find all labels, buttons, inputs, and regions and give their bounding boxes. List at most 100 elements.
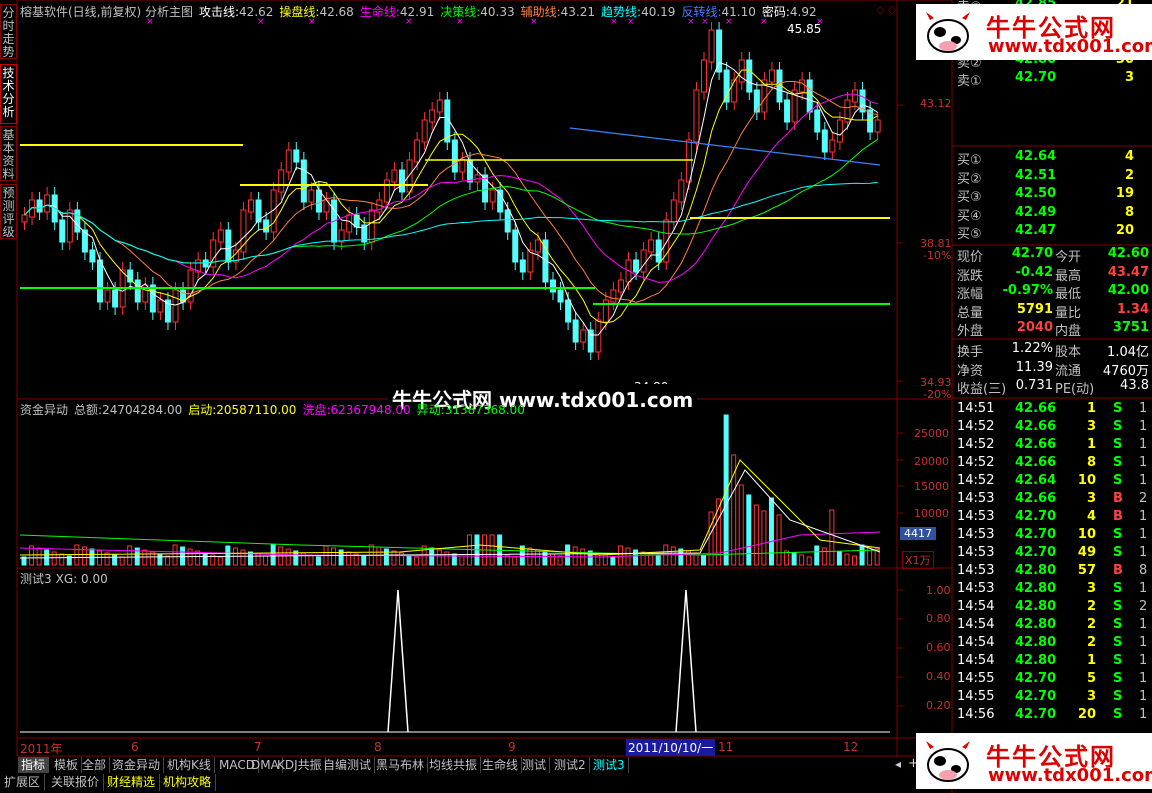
tick-row: 14:54 42.80 2 S 1 bbox=[955, 617, 1152, 635]
bottom-tab-1[interactable]: 关联报价 bbox=[47, 774, 105, 791]
fund-bar bbox=[852, 555, 857, 566]
fundamental-label: 净资 bbox=[957, 363, 984, 379]
level-volume: 20 bbox=[1115, 223, 1134, 238]
indicator-tab-8[interactable]: 自编测试 bbox=[320, 757, 376, 773]
quote-value: 3751 bbox=[1112, 320, 1149, 336]
quote-row-2: 涨幅 -0.97% 最低 42.00 bbox=[955, 283, 1152, 303]
buy-level-2[interactable]: 买③ 42.50 19 bbox=[955, 186, 1152, 205]
candle-body bbox=[368, 209, 375, 243]
fundamental-value: 11.39 bbox=[1015, 359, 1053, 375]
fundamental-row-0: 换手 1.22% 股本 1.04亿 bbox=[955, 341, 1152, 360]
candle-body bbox=[36, 199, 43, 213]
fund-indicator-1: 启动:20587110.00 bbox=[188, 403, 296, 417]
candle-body bbox=[852, 89, 858, 103]
candle-body bbox=[784, 99, 791, 123]
candle-body bbox=[97, 259, 103, 303]
tick-volume: 2 bbox=[1086, 635, 1096, 650]
indicator-tab-11[interactable]: 生命线 bbox=[479, 757, 523, 773]
level-volume: 4 bbox=[1124, 149, 1134, 164]
fund-bar bbox=[308, 554, 314, 566]
level-price: 42.70 bbox=[1015, 70, 1057, 85]
candle-body bbox=[836, 119, 843, 143]
fund-bar bbox=[225, 545, 231, 566]
fund-bar bbox=[406, 554, 412, 566]
x-label-1: 6 bbox=[131, 740, 139, 754]
quote-row-4: 外盘 2040 内盘 3751 bbox=[955, 320, 1152, 339]
tick-bs: B bbox=[1113, 563, 1123, 578]
tick-count: 8 bbox=[1139, 563, 1148, 578]
test-y-3: 0.60 bbox=[926, 641, 951, 654]
candle-body bbox=[308, 189, 315, 203]
tick-count: 1 bbox=[1139, 473, 1148, 488]
quote-label: 现价 bbox=[957, 250, 984, 265]
indicator-tab-4[interactable]: 机构K线 bbox=[164, 757, 215, 773]
candle-body bbox=[633, 259, 640, 273]
fund-current-value: 4417 bbox=[900, 527, 936, 540]
indicator-tab-14[interactable]: 测试3 bbox=[590, 757, 629, 773]
candle-body bbox=[572, 319, 579, 343]
bottom-tab-3[interactable]: 机构攻略 bbox=[159, 774, 217, 791]
candle-body bbox=[663, 219, 670, 263]
tick-time: 14:52 bbox=[957, 437, 995, 452]
indicator-tab-0[interactable]: 指标 bbox=[18, 757, 50, 773]
scroll-left-arrow[interactable]: ◂ bbox=[895, 757, 901, 771]
quote-value: 43.47 bbox=[1107, 264, 1149, 280]
candle-body bbox=[414, 139, 421, 163]
indicator-tab-3[interactable]: 资金异动 bbox=[109, 757, 165, 773]
tick-price: 42.66 bbox=[1015, 437, 1057, 452]
indicator-tab-13[interactable]: 测试2 bbox=[551, 757, 590, 773]
indicator-tab-7[interactable]: KDJ共振 bbox=[274, 757, 326, 773]
buy-level-4[interactable]: 买⑤ 42.47 20 bbox=[955, 223, 1152, 242]
fund-bar bbox=[429, 547, 435, 566]
indicator-tab-9[interactable]: 黑马布林 bbox=[373, 757, 429, 773]
tick-time: 14:54 bbox=[957, 635, 995, 650]
fund-indicator-value: 24704284.00 bbox=[102, 403, 183, 417]
tick-bs: S bbox=[1113, 527, 1123, 542]
fund-unit: X1万 bbox=[902, 551, 934, 569]
tick-count: 1 bbox=[1139, 509, 1148, 524]
fundamental-value: 4760万 bbox=[1102, 363, 1149, 379]
tick-volume: 57 bbox=[1077, 563, 1096, 578]
x-label-3: 8 bbox=[374, 740, 382, 754]
test-y-5: 0.20 bbox=[926, 699, 951, 712]
tick-row: 14:53 42.80 57 B 8 bbox=[955, 563, 1152, 581]
indicator-tab-2[interactable]: 全部 bbox=[79, 757, 111, 773]
level-price: 42.47 bbox=[1015, 223, 1057, 238]
indicator-tab-10[interactable]: 均线共振 bbox=[426, 757, 482, 773]
buy-level-1[interactable]: 买② 42.51 2 bbox=[955, 168, 1152, 187]
candle-body bbox=[587, 329, 594, 353]
fund-indicator-label: 总额: bbox=[74, 403, 103, 417]
candle-body bbox=[451, 139, 458, 173]
indicator-tab-12[interactable]: 测试 bbox=[519, 757, 551, 773]
candle-body bbox=[157, 299, 164, 313]
quote-label: 涨幅 bbox=[957, 287, 984, 303]
test-y-1: 1.00 bbox=[926, 584, 951, 597]
tick-volume: 3 bbox=[1086, 491, 1096, 506]
buy-level-3[interactable]: 买④ 42.49 8 bbox=[955, 205, 1152, 224]
candle-body bbox=[127, 269, 134, 283]
bottom-tab-0[interactable]: 扩展区 bbox=[0, 774, 46, 791]
candle-body bbox=[421, 119, 428, 143]
candle-body bbox=[814, 109, 821, 133]
candle-body bbox=[29, 199, 36, 218]
price-pct-2: -10% bbox=[923, 249, 952, 262]
sell-level-4[interactable]: 卖① 42.70 3 bbox=[955, 70, 1152, 89]
fund-bar bbox=[768, 497, 774, 566]
indicator-tab-1[interactable]: 模板 bbox=[51, 757, 83, 773]
candle-body bbox=[753, 89, 760, 113]
tick-bs: B bbox=[1113, 491, 1123, 506]
candle-body bbox=[315, 189, 322, 213]
bottom-tab-2[interactable]: 财经精选 bbox=[103, 774, 161, 791]
buy-level-0[interactable]: 买① 42.64 4 bbox=[955, 149, 1152, 168]
candle-body bbox=[134, 279, 141, 303]
fund-bar bbox=[51, 551, 57, 566]
fund-bar bbox=[331, 547, 337, 566]
tick-price: 42.80 bbox=[1015, 563, 1057, 578]
candle-body bbox=[44, 194, 51, 213]
fund-indicator-0: 总额:24704284.00 bbox=[74, 403, 182, 417]
tick-row: 14:53 42.66 3 B 2 bbox=[955, 491, 1152, 509]
tick-row: 14:52 42.66 3 S 1 bbox=[955, 419, 1152, 437]
fund-bar bbox=[263, 555, 269, 566]
tick-time: 14:51 bbox=[957, 401, 995, 416]
fund-bar bbox=[512, 556, 518, 566]
